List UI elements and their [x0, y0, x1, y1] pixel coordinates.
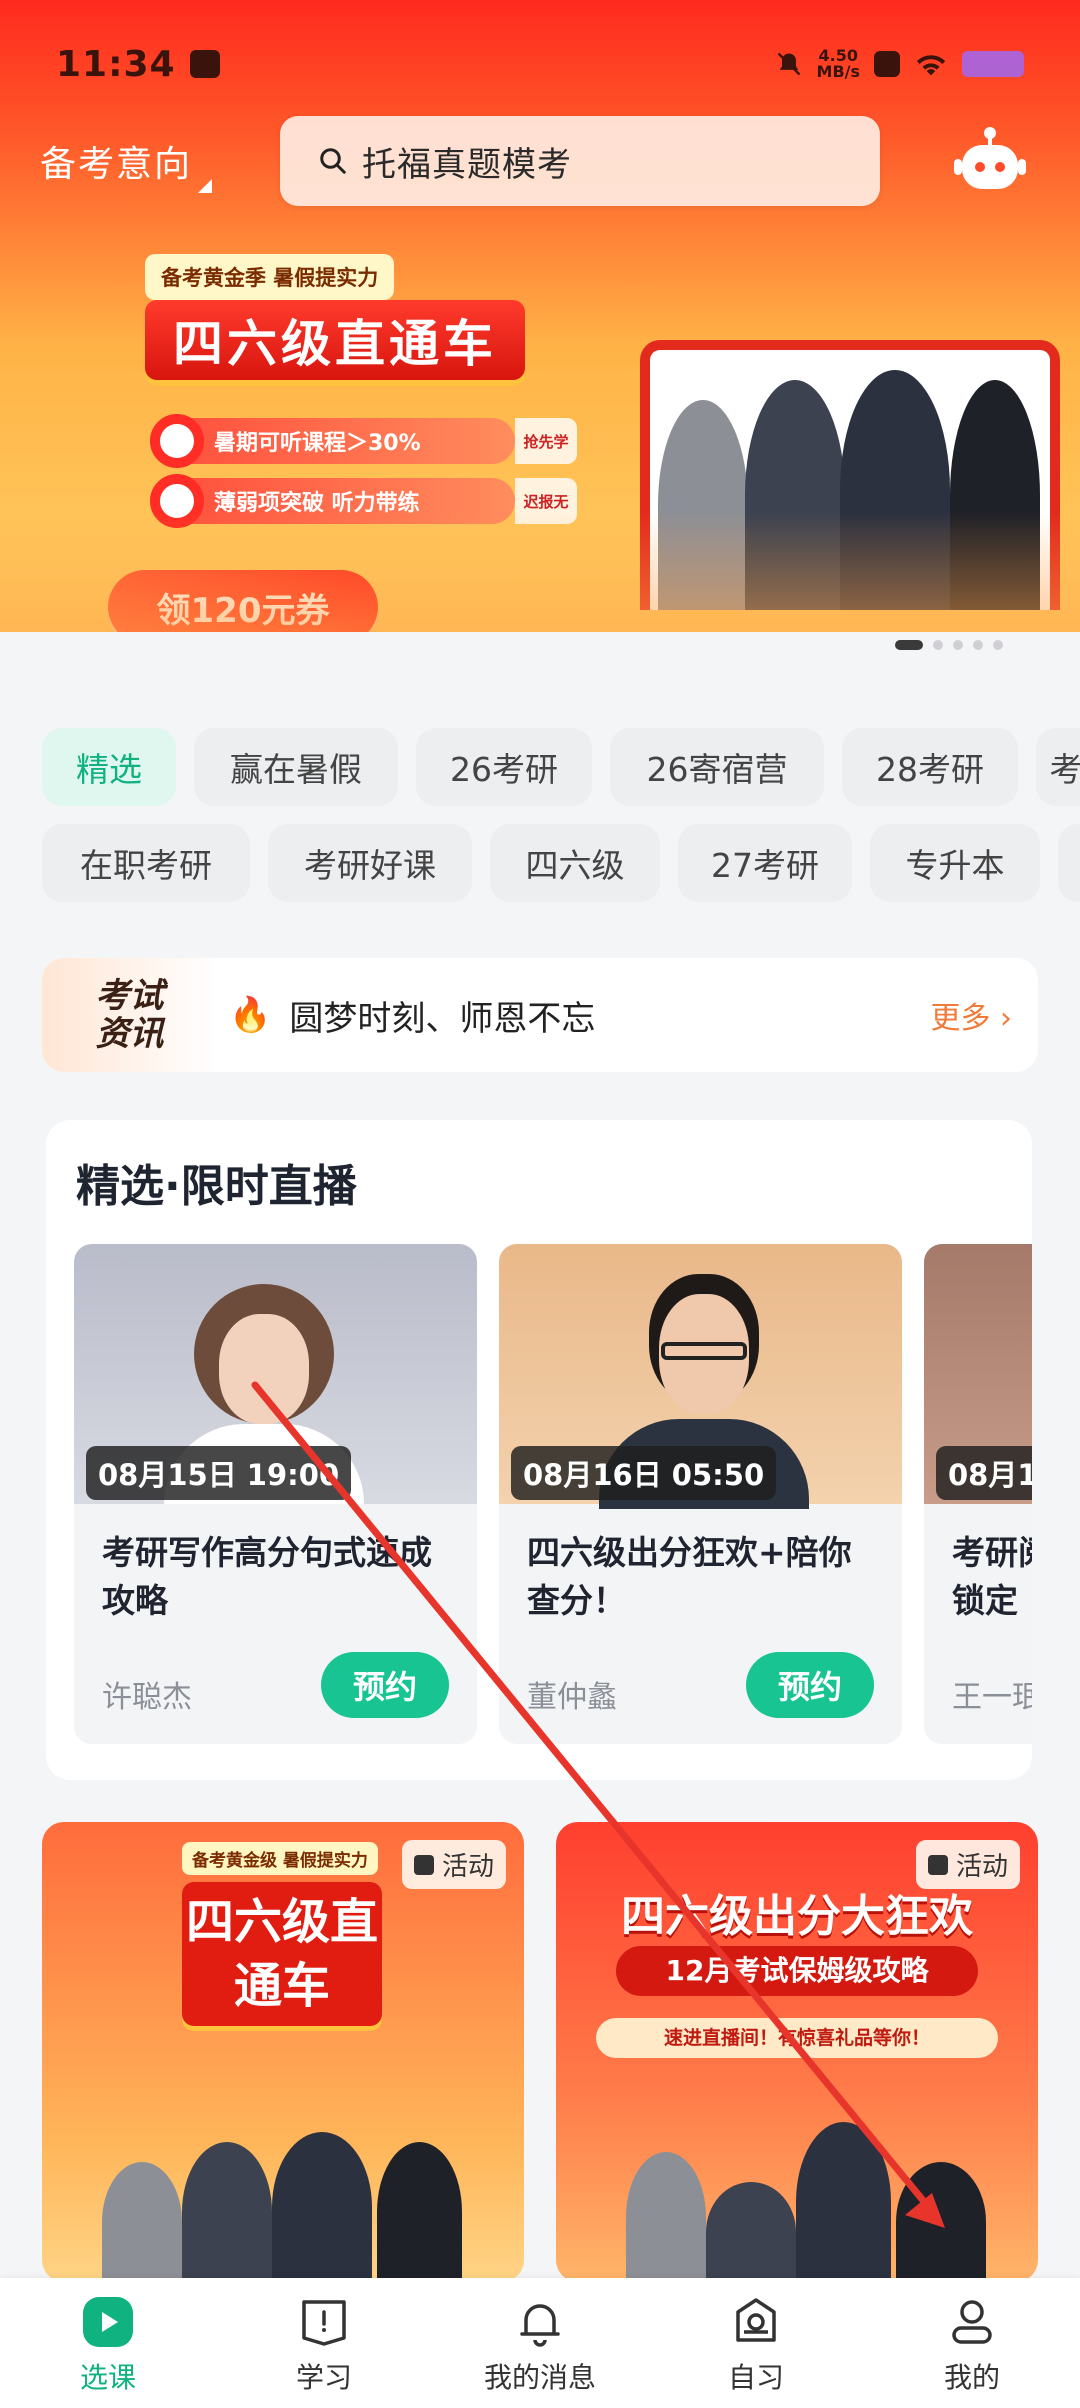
promo-card[interactable]: 活动 备考黄金级 暑假提实力 四六级直通车: [42, 1822, 524, 2282]
activity-tag-label: 活动: [955, 1852, 1008, 1882]
fire-icon: 🔥: [229, 995, 272, 1035]
live-date: 08月16日 05:50: [511, 1446, 777, 1500]
live-teacher: 王一珉: [952, 1680, 1032, 1715]
banner-teachers-image: [640, 340, 1060, 610]
live-section: 精选·限时直播 08月15日 19:00 考研写作高分句式速成攻略 许聪杰 预约…: [46, 1120, 1032, 1780]
promo-teachers-image: [616, 2112, 996, 2282]
search-box[interactable]: 托福真题模考: [280, 116, 880, 206]
banner-pill-1: 暑期可听课程＞30% 抢先学: [150, 414, 577, 468]
chip-partial[interactable]: [1058, 824, 1080, 902]
promo-sub: 12月考试保姆级攻略: [616, 1946, 978, 1996]
book-icon: [302, 2300, 346, 2346]
chip-selected[interactable]: 精选: [42, 728, 176, 806]
banner-title: 四六级直通车: [145, 300, 525, 380]
tab-label: 我的消息: [483, 2361, 596, 2394]
search-icon: [320, 148, 346, 174]
top-bar: 备考意向 托福真题模考: [40, 115, 1040, 207]
lifebuoy-icon: [150, 414, 204, 468]
news-headline: 圆梦时刻、师恩不忘: [289, 998, 596, 1039]
bottom-tab-bar: 选课 学习 我的消息 自习 我的: [0, 2278, 1080, 2408]
tab-messages[interactable]: 我的消息: [432, 2278, 648, 2408]
pill-2-text: 薄弱项突破 听力带练: [214, 491, 420, 516]
user-icon: [952, 2300, 992, 2344]
tab-self-study[interactable]: 自习: [648, 2278, 864, 2408]
chip[interactable]: 四六级: [490, 824, 660, 902]
live-teacher: 董仲蠡: [527, 1680, 617, 1715]
status-bar: 11:34 4.50 MB/s: [56, 34, 1024, 94]
promo-card[interactable]: 活动 四六级出分大狂欢 12月考试保姆级攻略 速进直播间！有惊喜礼品等你！: [556, 1822, 1038, 2282]
notification-icon: [189, 50, 220, 78]
intent-selector[interactable]: 备考意向: [40, 135, 213, 193]
tab-label: 学习: [295, 2361, 352, 2394]
news-badge-line2: 资讯: [95, 1014, 164, 1054]
wifi-icon: [916, 55, 946, 76]
chip[interactable]: 赢在暑假: [194, 728, 398, 806]
chip[interactable]: 26寄宿营: [610, 728, 824, 806]
search-placeholder: 托福真题模考: [362, 144, 572, 185]
pill-2-side: 迟报无: [515, 478, 577, 524]
tab-me[interactable]: 我的: [864, 2278, 1080, 2408]
chip[interactable]: 在职考研: [42, 824, 250, 902]
dropdown-corner-icon: [198, 179, 213, 193]
promo-headline: 四六级出分大狂欢: [621, 1891, 973, 1942]
chip[interactable]: 专升本: [870, 824, 1040, 902]
hero-banner[interactable]: 11:34 4.50 MB/s 备考意向 托福真题模考 备考黄金季 暑假提实力 …: [0, 0, 1080, 632]
tab-courses[interactable]: 选课: [0, 2278, 216, 2408]
speed-unit: MB/s: [816, 62, 860, 81]
live-date: 08月16: [936, 1446, 1032, 1500]
reserve-button[interactable]: 预约: [321, 1652, 449, 1718]
live-title: 考研阅准锁定: [952, 1533, 1032, 1620]
chip[interactable]: 考研好课: [268, 824, 472, 902]
assistant-robot-icon[interactable]: [950, 121, 1030, 201]
tab-study[interactable]: 学习: [216, 2278, 432, 2408]
banner-tag: 备考黄金季 暑假提实力: [145, 254, 395, 300]
bell-icon: [520, 2304, 560, 2347]
live-date: 08月15日 19:00: [86, 1446, 352, 1500]
study-icon: [736, 2298, 776, 2342]
live-title: 考研写作高分句式速成攻略: [102, 1533, 432, 1620]
play-icon: [83, 2297, 133, 2347]
pill-1-text: 暑期可听课程＞30%: [214, 431, 421, 456]
chip[interactable]: 27考研: [678, 824, 852, 902]
tab-label: 选课: [79, 2361, 136, 2394]
promo-teachers-image: [82, 2132, 482, 2282]
live-teacher: 许聪杰: [102, 1680, 192, 1715]
reserve-button[interactable]: 预约: [746, 1652, 874, 1718]
more-link[interactable]: 更多 ›: [930, 993, 1012, 1037]
status-time: 11:34: [56, 43, 176, 85]
live-card[interactable]: 08月16日 05:50 四六级出分狂欢+陪你查分！ 董仲蠡 预约: [499, 1244, 902, 1744]
app-icon: [874, 51, 900, 77]
activity-tag-label: 活动: [441, 1852, 494, 1882]
network-speed: 4.50 MB/s: [817, 48, 860, 80]
section-title: 精选·限时直播: [76, 1161, 357, 1212]
tab-label: 我的: [943, 2361, 1000, 2394]
chip[interactable]: 26考研: [416, 728, 592, 806]
bag-icon: [927, 1854, 948, 1875]
news-badge-line1: 考试: [95, 976, 164, 1016]
lifebuoy-icon: [150, 474, 204, 528]
pill-1-side: 抢先学: [515, 418, 577, 464]
live-card-partial[interactable]: 08月16 考研阅准锁定 王一珉: [924, 1244, 1032, 1744]
tab-label: 自习: [727, 2361, 784, 2394]
live-card[interactable]: 08月15日 19:00 考研写作高分句式速成攻略 许聪杰 预约: [74, 1244, 477, 1744]
battery-icon: [962, 51, 1024, 77]
banner-pill-2: 薄弱项突破 听力带练 迟报无: [150, 474, 577, 528]
intent-label: 备考意向: [40, 144, 193, 185]
mute-icon: [777, 52, 800, 76]
bag-icon: [413, 1854, 434, 1875]
promo-sub: 备考黄金级 暑假提实力: [182, 1842, 378, 1875]
live-title: 四六级出分狂欢+陪你查分！: [527, 1533, 852, 1620]
news-badge: 考试 资讯: [42, 958, 217, 1072]
activity-tag: 活动: [401, 1840, 506, 1889]
coupon-label: 领120元券: [156, 590, 330, 631]
chip[interactable]: 28考研: [842, 728, 1018, 806]
promo-headline: 四六级直通车: [182, 1882, 382, 2026]
coupon-button[interactable]: 领120元券: [108, 570, 378, 632]
carousel-indicator: [895, 640, 1003, 650]
exam-news-bar[interactable]: 考试 资讯 🔥 圆梦时刻、师恩不忘 更多 ›: [42, 958, 1038, 1072]
chip[interactable]: 考: [1036, 728, 1080, 806]
promo-note: 速进直播间！有惊喜礼品等你！: [596, 2018, 998, 2058]
